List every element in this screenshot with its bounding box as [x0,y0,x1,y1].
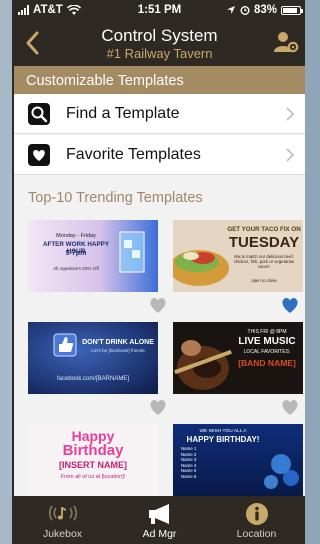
taco-description: Mix & match our delicious beef, chicken,… [233,254,295,269]
location-icon [226,6,235,14]
template-tile-happy-hour[interactable]: Monday - Friday AFTER WORK HAPPY HOUR 5-… [28,220,158,292]
status-bar: AT&T 1:51 PM 83% [14,0,305,20]
live-music-headline: LIVE MUSIC [238,336,296,347]
dont-drink-alone-thumbnail [28,322,158,394]
trending-title: Top-10 Trending Templates [28,190,203,206]
page-subtitle: #1 Railway Tavern [106,46,213,61]
template-tile-taco-tuesday[interactable]: GET YOUR TACO FIX ON TUESDAY Mix & match… [173,220,303,292]
bday-name-3: Name 3 [181,457,197,463]
find-template-row[interactable]: Find a Template [14,94,305,134]
page-title: Control System [101,26,218,45]
template-tile-dont-drink-alone[interactable]: DON'T DRINK ALONE Let's be [facebook] fr… [28,322,158,394]
ddalone-url: facebook.com/[BARNAME] [56,376,130,382]
bday-name-6: Name 6 [181,473,197,479]
favorite-heart-icon[interactable] [148,296,168,314]
app-screen: AT&T 1:51 PM 83% Control System #1 Railw… [14,0,305,544]
tab-bar: Jukebox Ad Mgr Location [14,496,305,544]
chevron-right-icon [286,106,295,121]
chevron-right-icon [286,147,295,162]
bday-list-headline: HAPPY BIRTHDAY! [186,435,260,444]
template-tile-birthday-insert[interactable]: Happy Birthday [INSERT NAME] From all of… [28,424,158,496]
birthday-word: Birthday [62,442,124,459]
tab-jukebox-label: Jukebox [42,528,83,540]
info-icon [245,503,268,525]
ddalone-headline: DON'T DRINK ALONE [82,339,154,346]
template-tile-live-music[interactable]: THIS FRI @ 8PM LIVE MUSIC LOCAL FAVORITE… [173,322,303,394]
favorite-heart-icon[interactable] [280,296,300,314]
heart-icon [28,143,50,166]
section-header: Customizable Templates [14,66,305,94]
favorite-templates-row[interactable]: Favorite Templates [14,135,305,175]
happy-hour-days: Monday - Friday [56,233,96,239]
nav-bar: Control System #1 Railway Tavern [14,20,305,66]
happy-hour-offer: All Appetizers 50% Off [53,266,99,271]
battery-icon [281,5,303,15]
birthday-from: From all of us at [location]! [60,474,126,480]
live-music-when: THIS FRI @ 8PM [247,329,287,335]
favorite-heart-icon[interactable] [280,398,300,416]
template-tile-birthday-list[interactable]: WE WISH YOU ALL A HAPPY BIRTHDAY! Name 1… [173,424,303,496]
taco-day: TUESDAY [228,234,300,251]
favorite-templates-label: Favorite Templates [66,145,201,163]
megaphone-icon [148,504,169,524]
live-music-favorites: LOCAL FAVORITES: [243,349,291,355]
birthday-name: [INSERT NAME] [59,460,127,470]
bday-list-subtitle: WE WISH YOU ALL A [199,429,247,434]
favorite-heart-icon[interactable] [148,398,168,416]
user-settings-icon[interactable] [273,30,299,54]
tab-ad-mgr[interactable]: Ad Mgr [111,496,208,544]
taco-headline: GET YOUR TACO FIX ON [227,226,301,233]
tab-ad-mgr-label: Ad Mgr [142,528,177,540]
bday-name-1: Name 1 [181,446,197,451]
happy-hour-time: 5-7pm [65,250,87,257]
taco-hours: open to close [251,278,277,283]
alarm-icon [240,6,250,15]
search-icon [28,102,50,125]
tab-location-label: Location [236,528,277,540]
live-music-band: [BAND NAME] [238,358,296,368]
battery-percent: 83% [253,4,277,16]
tab-jukebox[interactable]: Jukebox [14,496,111,544]
find-template-label: Find a Template [66,104,180,122]
jukebox-icon [48,505,77,521]
tab-location[interactable]: Location [208,496,305,544]
ddalone-tagline: Let's be [facebook] friends [91,348,145,353]
